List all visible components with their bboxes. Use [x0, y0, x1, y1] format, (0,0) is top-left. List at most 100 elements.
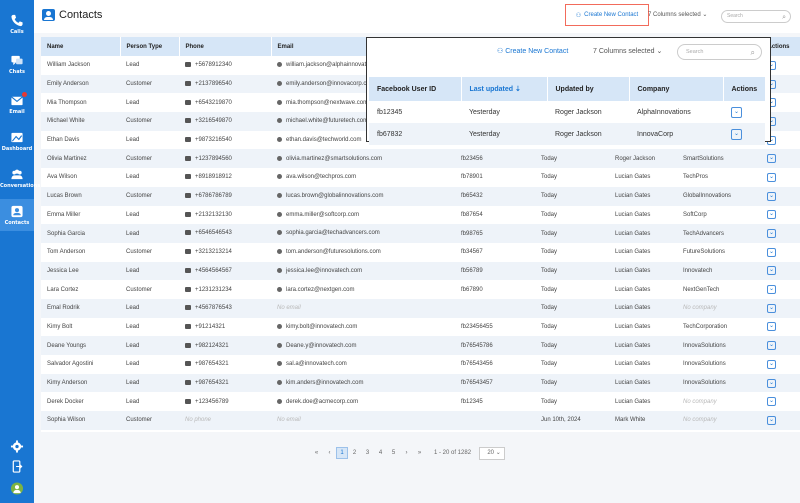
nav-settings[interactable] [0, 440, 34, 453]
cell-company: NextGenTech [677, 280, 761, 299]
cell-person-type: Customer [126, 249, 153, 256]
avatar[interactable] [0, 482, 34, 495]
cell-name: Kimy Bolt [47, 323, 73, 330]
row-actions-dropdown[interactable]: ⌄ [767, 247, 776, 257]
notification-badge [22, 92, 27, 97]
nav-contacts[interactable]: Contacts [0, 199, 34, 231]
row-actions-dropdown[interactable]: ⌄ [767, 266, 776, 276]
column-header[interactable]: Updated by [547, 77, 630, 101]
table-row[interactable]: Emal Rodrik Lead +4567876543 No email Today L… [41, 298, 800, 318]
email-icon [277, 118, 282, 124]
column-header[interactable]: Person Type [120, 37, 180, 56]
nav-label: Dashboard [1, 146, 33, 152]
search-placeholder: Search [686, 49, 704, 55]
phone-icon [185, 155, 191, 161]
table-row[interactable]: Tom Anderson Customer +3213213214 tom.ander… [41, 242, 800, 262]
row-actions-dropdown[interactable]: ⌄ [767, 229, 776, 239]
create-new-contact-button[interactable]: ⚇ Create New Contact [565, 4, 649, 26]
cell-last-updated: Yesterday [469, 108, 500, 116]
email-icon [277, 361, 282, 367]
column-header[interactable]: Phone [179, 37, 272, 56]
columns-select[interactable]: 7 Columns selected ⌄ [648, 11, 707, 18]
page-button[interactable]: 1 [336, 447, 348, 459]
table-row[interactable]: Sophia Garcia Lead +6546546543 sophia.garci… [41, 224, 800, 243]
row-actions-dropdown[interactable]: ⌄ [767, 154, 776, 164]
phone-icon [185, 62, 191, 68]
row-actions-dropdown[interactable]: ⌄ [767, 303, 776, 313]
column-header[interactable]: Facebook User ID [369, 77, 462, 101]
phone-value: No phone [185, 417, 212, 424]
page-button[interactable]: 2 [348, 450, 361, 456]
column-header[interactable]: Name [41, 37, 121, 56]
page-button[interactable]: 5 [387, 450, 400, 456]
row-actions-dropdown[interactable]: ⌄ [767, 172, 776, 182]
column-header-sorted[interactable]: Last updated ⇣ [461, 77, 548, 101]
cell-company: TechCorporation [677, 318, 761, 337]
row-actions-dropdown[interactable]: ⌄ [767, 285, 776, 295]
phone-value: +987654321 [195, 380, 229, 387]
row-actions-dropdown[interactable]: ⌄ [767, 359, 776, 369]
table-row[interactable]: fb12345 Yesterday Roger Jackson AlphaInnova… [369, 101, 765, 123]
table-row[interactable]: Lucas Brown Customer +6786786789 lucas.brow… [41, 186, 800, 206]
table-row[interactable]: fb67832 Yesterday Roger Jackson InnovaCorp ⌄ [369, 123, 765, 145]
table-row[interactable]: Emma Miller Lead +2132132130 emma.miller@so… [41, 205, 800, 225]
table-row[interactable]: Sophia Wilson Customer No phone No email Jun… [41, 411, 800, 430]
row-actions-dropdown[interactable]: ⌄ [767, 415, 776, 425]
cell-facebook-id: fb67890 [461, 286, 483, 293]
chevron-down-icon: ⌄ [656, 48, 663, 55]
table-row[interactable]: Kimy Bolt Lead +91214321 kimy.bolt@innovate… [41, 317, 800, 337]
row-actions-dropdown[interactable]: ⌄ [767, 378, 776, 388]
nav-calls[interactable]: Calls [0, 14, 34, 35]
cell-phone: +2132132130 [179, 206, 271, 225]
nav-logout[interactable] [0, 460, 34, 473]
row-actions-dropdown[interactable]: ⌄ [767, 322, 776, 332]
row-actions-dropdown[interactable]: ⌄ [731, 128, 742, 140]
table-row[interactable]: Lara Cortez Customer +1231231234 lara.corte… [41, 280, 800, 299]
cell-company: No company [677, 392, 761, 411]
search-input[interactable]: Search ⌕ [721, 10, 791, 23]
column-header[interactable]: Company [629, 77, 724, 101]
table-row[interactable]: Olivia Martinez Customer +1237894560 olivia… [41, 149, 800, 169]
table-row[interactable]: Deane Youngs Lead +982124321 Deane.y@innova… [41, 336, 800, 355]
table-row[interactable]: Derek Docker Lead +123456789 derek.doe@acme… [41, 392, 800, 412]
cell-phone: No phone [179, 411, 271, 430]
contacts-icon [11, 205, 23, 218]
table-row[interactable]: Ava Wilson Lead +8918918912 ava.wilson@tech… [41, 168, 800, 187]
first-page-button[interactable]: « [310, 450, 323, 456]
nav-chats[interactable]: Chats [0, 54, 34, 75]
cell-facebook-id: fb65432 [461, 193, 483, 200]
create-new-contact-button-zoom[interactable]: ⚇ Create New Contact [497, 47, 568, 55]
nav-label: Calls [10, 29, 24, 35]
nav-conversations[interactable]: Conversations [0, 168, 40, 189]
create-new-contact-label: Create New Contact [505, 48, 569, 55]
page-button[interactable]: 4 [374, 450, 387, 456]
row-actions-dropdown[interactable]: ⌄ [767, 397, 776, 407]
table-row[interactable]: Kimy Anderson Lead +987654321 kim.anders@in… [41, 373, 800, 393]
table-row[interactable]: Salvador Agostini Lead +987654321 sal.a@inn… [41, 355, 800, 374]
email-icon [277, 62, 282, 68]
cell-facebook-id [455, 299, 535, 318]
prev-page-button[interactable]: ‹ [323, 450, 336, 456]
email-icon [277, 174, 282, 180]
cell-last-updated: Today [541, 323, 558, 330]
nav-dashboard[interactable]: Dashboard [0, 131, 34, 152]
last-page-button[interactable]: » [413, 450, 426, 456]
row-actions-dropdown[interactable]: ⌄ [767, 191, 776, 201]
cell-email: No email [271, 299, 455, 318]
search-input-zoom[interactable]: Search ⌕ [677, 44, 762, 60]
row-actions-dropdown[interactable]: ⌄ [767, 210, 776, 220]
cell-company: InnovaSolutions [677, 374, 761, 393]
phone-value: +1231231234 [195, 286, 232, 293]
cell-phone: +987654321 [179, 374, 271, 393]
cell-name: Olivia Martinez [47, 155, 87, 162]
row-actions-dropdown[interactable]: ⌄ [731, 106, 742, 118]
table-row[interactable]: Jessica Lee Lead +4564564567 jessica.lee@in… [41, 261, 800, 281]
per-page-select[interactable]: 20 ⌄ [479, 446, 506, 460]
row-actions-dropdown[interactable]: ⌄ [767, 341, 776, 351]
columns-select-zoom[interactable]: 7 Columns selected ⌄ [593, 47, 662, 55]
cell-updated-by: Lucian Gates [615, 323, 651, 330]
page-button[interactable]: 3 [361, 450, 374, 456]
dashboard-icon [11, 132, 23, 143]
next-page-button[interactable]: › [400, 450, 413, 456]
nav-email[interactable]: Email [0, 92, 34, 115]
